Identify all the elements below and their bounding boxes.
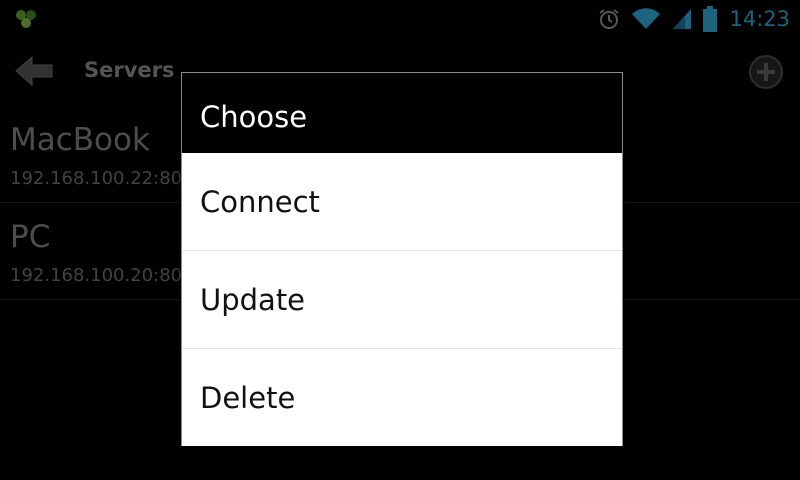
dialog-title: Choose [200,100,308,134]
delete-option[interactable]: Delete [182,349,622,446]
update-option[interactable]: Update [182,251,622,349]
option-label: Delete [200,381,296,415]
dialog-options: Connect Update Delete [182,153,622,446]
option-label: Update [200,283,306,317]
dialog-header: Choose [182,73,622,153]
connect-option[interactable]: Connect [182,153,622,251]
option-label: Connect [200,185,320,219]
choose-dialog: Choose Connect Update Delete [181,72,623,446]
